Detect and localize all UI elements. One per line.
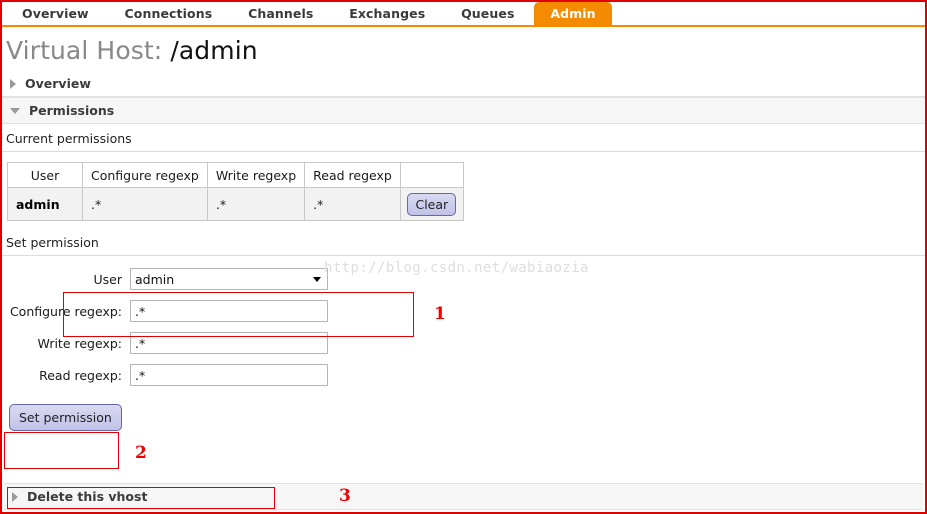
triangle-down-icon bbox=[10, 107, 20, 114]
delete-this-vhost-label: Delete this vhost bbox=[27, 489, 148, 504]
rabbitmq-management-page: Overview Connections Channels Exchanges … bbox=[0, 0, 927, 514]
set-permission-form: User admin Configure regexp: Write regex… bbox=[2, 256, 925, 431]
configure-regexp-input[interactable] bbox=[130, 300, 328, 322]
field-configure-regexp bbox=[130, 300, 328, 322]
field-read-regexp bbox=[130, 364, 328, 386]
delete-this-vhost-section[interactable]: Delete this vhost bbox=[4, 483, 923, 510]
label-configure-regexp: Configure regexp: bbox=[9, 303, 122, 319]
cell-read: .* bbox=[304, 187, 401, 221]
table-header-row: User Configure regexp Write regexp Read … bbox=[7, 162, 464, 188]
column-header-user: User bbox=[7, 162, 83, 188]
tab-admin[interactable]: Admin bbox=[534, 2, 612, 27]
page-title-prefix: Virtual Host: bbox=[6, 36, 163, 65]
delete-this-vhost-section-wrapper: Delete this vhost bbox=[4, 483, 923, 510]
write-regexp-input[interactable] bbox=[130, 332, 328, 354]
user-select-wrapper: admin bbox=[130, 268, 328, 290]
triangle-right-icon bbox=[12, 491, 18, 502]
field-write-regexp bbox=[130, 332, 328, 354]
set-permission-button-wrapper: Set permission bbox=[9, 404, 122, 431]
tab-queues[interactable]: Queues bbox=[445, 2, 530, 27]
cell-configure: .* bbox=[82, 187, 208, 221]
tab-exchanges[interactable]: Exchanges bbox=[333, 2, 441, 27]
page-title: Virtual Host: /admin bbox=[2, 27, 925, 71]
user-select[interactable]: admin bbox=[130, 268, 328, 290]
current-permissions-table: User Configure regexp Write regexp Read … bbox=[7, 162, 464, 221]
table-row: admin .* .* .* Clear bbox=[7, 187, 464, 221]
field-user: admin bbox=[130, 268, 328, 290]
column-header-read: Read regexp bbox=[304, 162, 401, 188]
annotation-number-2: 2 bbox=[135, 443, 147, 463]
current-permissions-label: Current permissions bbox=[2, 124, 925, 152]
triangle-right-icon bbox=[10, 78, 16, 89]
annotation-box-2 bbox=[4, 432, 119, 469]
form-row-write: Write regexp: bbox=[2, 328, 925, 358]
clear-permission-button[interactable]: Clear bbox=[407, 192, 457, 216]
read-regexp-input[interactable] bbox=[130, 364, 328, 386]
set-permission-label: Set permission bbox=[2, 228, 925, 256]
cell-actions: Clear bbox=[399, 187, 464, 221]
label-read-regexp: Read regexp: bbox=[39, 367, 122, 383]
section-overview[interactable]: Overview bbox=[2, 71, 925, 97]
set-permission-button[interactable]: Set permission bbox=[9, 404, 122, 431]
main-navigation-tabs: Overview Connections Channels Exchanges … bbox=[2, 2, 925, 27]
cell-user: admin bbox=[7, 187, 83, 221]
form-row-configure: Configure regexp: bbox=[2, 296, 925, 326]
cell-write: .* bbox=[206, 187, 306, 221]
column-header-configure: Configure regexp bbox=[82, 162, 208, 188]
column-header-actions bbox=[399, 162, 464, 188]
tab-channels[interactable]: Channels bbox=[232, 2, 329, 27]
tab-overview[interactable]: Overview bbox=[6, 2, 105, 27]
form-row-user: User admin bbox=[2, 264, 925, 294]
form-row-read: Read regexp: bbox=[2, 360, 925, 390]
page-title-vhost: /admin bbox=[170, 36, 258, 65]
section-permissions[interactable]: Permissions bbox=[2, 97, 925, 124]
label-write-regexp: Write regexp: bbox=[37, 335, 122, 351]
column-header-write: Write regexp bbox=[206, 162, 306, 188]
tab-connections[interactable]: Connections bbox=[109, 2, 229, 27]
section-overview-label: Overview bbox=[25, 76, 91, 91]
label-user: User bbox=[93, 271, 123, 287]
section-permissions-label: Permissions bbox=[29, 103, 115, 118]
